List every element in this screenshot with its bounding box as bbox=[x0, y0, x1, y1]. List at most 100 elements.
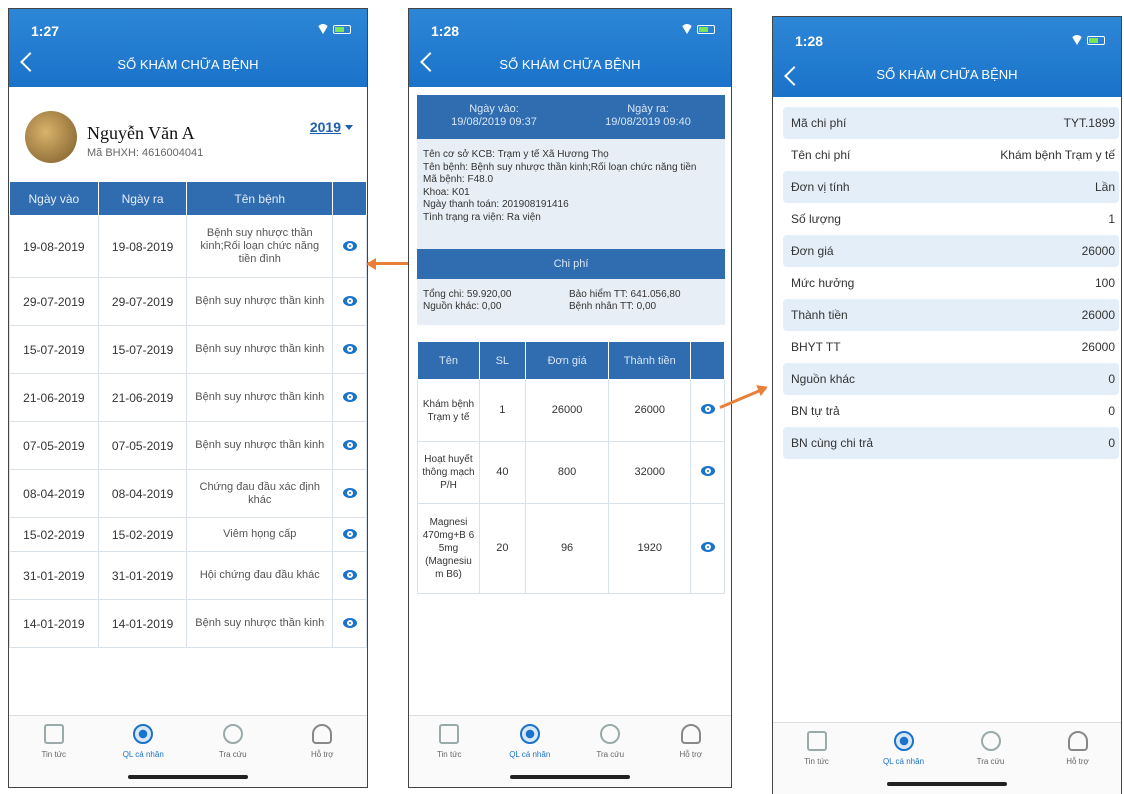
table-row[interactable]: 08-04-2019 08-04-2019 Chứng đau đầu xác đị… bbox=[9, 469, 367, 518]
total-cost: Tổng chi: 59.920,00 bbox=[423, 289, 512, 300]
support-icon bbox=[312, 724, 333, 744]
eye-icon[interactable] bbox=[342, 439, 357, 450]
info-department: Khoa: K01 bbox=[423, 186, 470, 198]
support-icon bbox=[1067, 731, 1088, 751]
eye-icon[interactable] bbox=[342, 343, 357, 354]
eye-icon[interactable] bbox=[342, 240, 357, 251]
table-row[interactable]: Magnesi 470mg+B 6 5mg (Magnesiu m B6) 20 9… bbox=[417, 503, 725, 594]
qty-cell: 1 bbox=[478, 379, 526, 442]
detail-row: Thành tiền 26000 bbox=[783, 299, 1119, 331]
status-icons bbox=[305, 24, 353, 36]
date-in-value: 19/08/2019 09:37 bbox=[451, 116, 537, 128]
date-out-cell: 19-08-2019 bbox=[97, 215, 188, 278]
detail-value: 0 bbox=[1108, 372, 1115, 386]
app-header: 1:27 SỔ KHÁM CHỮA BỆNH bbox=[9, 9, 367, 87]
table-row[interactable]: 15-07-2019 15-07-2019 Bệnh suy nhược thần … bbox=[9, 325, 367, 374]
price-cell: 800 bbox=[524, 441, 610, 504]
detail-row: Mã chi phí TYT.1899 bbox=[783, 107, 1119, 139]
eye-icon[interactable] bbox=[342, 295, 357, 306]
view-cell bbox=[332, 551, 367, 600]
disease-cell: Chứng đau đầu xác định khác bbox=[186, 469, 334, 518]
tab-news[interactable]: Tin tức bbox=[409, 724, 490, 759]
news-icon bbox=[439, 724, 460, 744]
tab-lookup[interactable]: Tra cứu bbox=[188, 724, 278, 759]
date-in-cell: 08-04-2019 bbox=[9, 469, 99, 518]
table-row[interactable]: 15-02-2019 15-02-2019 Viêm họng cấp bbox=[9, 517, 367, 552]
user-circle-icon bbox=[133, 724, 154, 744]
date-out-cell: 15-07-2019 bbox=[97, 325, 188, 374]
screen-cost-detail: 1:28 SỔ KHÁM CHỮA BỆNH Mã chi phí TYT.189… bbox=[772, 16, 1122, 794]
detail-value: TYT.1899 bbox=[1063, 116, 1115, 130]
eye-icon[interactable] bbox=[700, 403, 715, 414]
table-row[interactable]: Hoạt huyết thông mạch P/H 40 800 32000 bbox=[417, 441, 725, 504]
insurance-paid: Bảo hiểm TT: 641.056,80 bbox=[569, 289, 681, 300]
table-row[interactable]: 07-05-2019 07-05-2019 Bệnh suy nhược thần … bbox=[9, 421, 367, 470]
patient-paid: Bệnh nhân TT: 0,00 bbox=[569, 301, 657, 312]
table-row[interactable]: 14-01-2019 14-01-2019 Bệnh suy nhược thần … bbox=[9, 599, 367, 648]
tab-personal[interactable]: QL cá nhân bbox=[99, 724, 189, 759]
insurance-id: Mã BHXH: 4616004041 bbox=[87, 147, 204, 159]
tab-lookup[interactable]: Tra cứu bbox=[947, 731, 1034, 766]
view-cell bbox=[332, 325, 367, 374]
eye-icon[interactable] bbox=[700, 541, 715, 552]
view-cell bbox=[332, 517, 367, 552]
year-selector[interactable]: 2019 bbox=[310, 119, 341, 135]
table-row[interactable]: 19-08-2019 19-08-2019 Bệnh suy nhược thần … bbox=[9, 215, 367, 278]
tab-news[interactable]: Tin tức bbox=[9, 724, 99, 759]
date-out-cell: 14-01-2019 bbox=[97, 599, 188, 648]
tab-lookup[interactable]: Tra cứu bbox=[570, 724, 651, 759]
tab-bar: Tin tức QL cá nhân Tra cứu Hỗ trợ bbox=[773, 722, 1121, 794]
tab-personal[interactable]: QL cá nhân bbox=[490, 724, 571, 759]
tab-personal[interactable]: QL cá nhân bbox=[860, 731, 947, 766]
user-circle-icon bbox=[893, 731, 914, 751]
eye-icon[interactable] bbox=[700, 465, 715, 476]
tab-support[interactable]: Hỗ trợ bbox=[1034, 731, 1121, 766]
chevron-down-icon[interactable] bbox=[345, 125, 353, 130]
detail-row: BN cùng chi trả 0 bbox=[783, 427, 1119, 459]
wifi-icon bbox=[317, 24, 329, 34]
date-in-cell: 07-05-2019 bbox=[9, 421, 99, 470]
tab-bar: Tin tức QL cá nhân Tra cứu Hỗ trợ bbox=[409, 715, 731, 787]
table-row[interactable]: Khám bệnh Trạm y tế 1 26000 26000 bbox=[417, 379, 725, 442]
price-cell: 26000 bbox=[524, 379, 610, 442]
tab-label: Hỗ trợ bbox=[310, 750, 334, 759]
tab-support[interactable]: Hỗ trợ bbox=[278, 724, 368, 759]
date-out-cell: 15-02-2019 bbox=[97, 517, 188, 552]
detail-label: Thành tiền bbox=[791, 308, 848, 322]
date-in-cell: 14-01-2019 bbox=[9, 599, 99, 648]
home-indicator bbox=[510, 775, 630, 779]
date-header: Ngày vào: 19/08/2019 09:37 Ngày ra: 19/08/… bbox=[417, 95, 725, 139]
col-header-action bbox=[690, 341, 725, 380]
detail-value: 0 bbox=[1108, 436, 1115, 450]
eye-icon[interactable] bbox=[342, 569, 357, 580]
cost-items-table: Tên SL Đơn giá Thành tiền Khám bệnh Trạm… bbox=[417, 341, 725, 594]
detail-value: 26000 bbox=[1081, 244, 1115, 258]
eye-icon[interactable] bbox=[342, 617, 357, 628]
app-header: 1:28 SỔ KHÁM CHỮA BỆNH bbox=[409, 9, 731, 87]
tab-support[interactable]: Hỗ trợ bbox=[651, 724, 732, 759]
table-row[interactable]: 29-07-2019 29-07-2019 Bệnh suy nhược thần … bbox=[9, 277, 367, 326]
page-title: SỔ KHÁM CHỮA BỆNH bbox=[117, 57, 259, 72]
eye-icon[interactable] bbox=[342, 487, 357, 498]
col-header-name: Tên bbox=[417, 341, 480, 380]
info-facility: Tên cơ sở KCB: Trạm y tế Xã Hương Thọ bbox=[423, 149, 609, 160]
item-name-cell: Hoạt huyết thông mạch P/H bbox=[417, 441, 480, 504]
table-row[interactable]: 31-01-2019 31-01-2019 Hội chứng đau đầu kh… bbox=[9, 551, 367, 600]
patient-name: Nguyễn Văn A bbox=[87, 123, 195, 143]
avatar bbox=[25, 111, 77, 163]
view-cell bbox=[332, 215, 367, 278]
detail-value: Khám bệnh Trạm y tế bbox=[1000, 148, 1115, 162]
col-header-price: Đơn giá bbox=[524, 341, 610, 380]
tab-news[interactable]: Tin tức bbox=[773, 731, 860, 766]
detail-row: Nguồn khác 0 bbox=[783, 363, 1119, 395]
date-out-value: 19/08/2019 09:40 bbox=[605, 116, 691, 128]
eye-icon[interactable] bbox=[342, 391, 357, 402]
date-out-cell: 21-06-2019 bbox=[97, 373, 188, 422]
visit-info-lines: Tên cơ sở KCB: Trạm y tế Xã Hương Thọ Tê… bbox=[417, 139, 725, 234]
table-row[interactable]: 21-06-2019 21-06-2019 Bệnh suy nhược thần … bbox=[9, 373, 367, 422]
eye-icon[interactable] bbox=[342, 528, 357, 539]
detail-label: Tên chi phí bbox=[791, 148, 851, 162]
status-time: 1:27 bbox=[31, 23, 60, 39]
page-title: SỔ KHÁM CHỮA BỆNH bbox=[876, 67, 1018, 82]
search-icon bbox=[980, 731, 1001, 751]
